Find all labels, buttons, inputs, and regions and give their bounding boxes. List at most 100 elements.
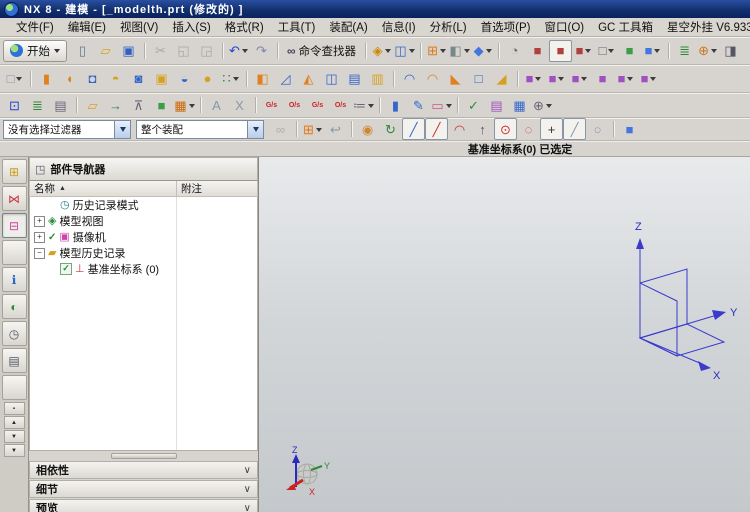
- tree-checkmark[interactable]: ✓: [48, 232, 56, 243]
- boss-icon[interactable]: ◓: [104, 68, 127, 90]
- replace-face-icon[interactable]: ■: [591, 68, 614, 90]
- pin-icon[interactable]: ▪: [3, 402, 25, 415]
- find-component-icon[interactable]: ∞: [269, 118, 292, 140]
- rotate-snap-icon[interactable]: ↻: [379, 118, 402, 140]
- intersect-icon[interactable]: ◭: [297, 68, 320, 90]
- part-navigator-header[interactable]: ◳ 部件导航器: [29, 157, 258, 181]
- sphere-icon[interactable]: ●: [196, 68, 219, 90]
- move-object-icon[interactable]: →: [104, 94, 127, 116]
- menu-item[interactable]: 信息(I): [375, 18, 423, 36]
- pocket-icon[interactable]: ◙: [127, 68, 150, 90]
- cut-icon[interactable]: ✂: [149, 40, 172, 62]
- midpoint-snap-icon[interactable]: ╱: [563, 118, 586, 140]
- eraser-icon[interactable]: ▭: [430, 94, 453, 116]
- undo-icon[interactable]: ↶: [227, 40, 250, 62]
- reuse-library-icon[interactable]: [1, 240, 27, 265]
- blank-view-icon[interactable]: □: [595, 40, 618, 62]
- clock-icon[interactable]: ◔: [503, 40, 526, 62]
- menu-item[interactable]: GC 工具箱: [591, 18, 660, 36]
- revolve-icon[interactable]: ◖: [58, 68, 81, 90]
- part-navigator-icon[interactable]: ⊟: [1, 213, 27, 238]
- selection-filter-dropdown[interactable]: 没有选择过滤器: [3, 119, 131, 139]
- face-blend-icon[interactable]: ◠: [421, 68, 444, 90]
- check-mate-icon[interactable]: ✓: [462, 94, 485, 116]
- fit-view-icon[interactable]: ⊡: [3, 94, 26, 116]
- snap-ball-icon[interactable]: ◉: [356, 118, 379, 140]
- part-info-icon[interactable]: ◫: [393, 40, 416, 62]
- new-file-icon[interactable]: ▯: [71, 40, 94, 62]
- column-header-name[interactable]: 名称 ▲: [29, 181, 177, 197]
- menu-item[interactable]: 分析(L): [423, 18, 474, 36]
- curve-snap-icon[interactable]: ◠: [448, 118, 471, 140]
- shaded-view-icon[interactable]: ■: [526, 40, 549, 62]
- materials-icon[interactable]: [1, 375, 27, 400]
- face-analysis-icon[interactable]: ■: [618, 40, 641, 62]
- menu-item[interactable]: 视图(V): [113, 18, 165, 36]
- scroll-up-icon[interactable]: ▲: [3, 416, 25, 429]
- center-snap-icon[interactable]: ⊙: [494, 118, 517, 140]
- menu-item[interactable]: 星空外挂 V6.933F: [660, 18, 750, 36]
- xz-plane[interactable]: [639, 282, 678, 357]
- tree-row[interactable]: ✓ ⊥ 基准坐标系 (0): [30, 261, 257, 277]
- constraint-navigator-icon[interactable]: ⋈: [1, 186, 27, 211]
- draft-icon[interactable]: ◢: [490, 68, 513, 90]
- datum-csys[interactable]: Z Y X: [599, 215, 750, 390]
- command-finder-button[interactable]: ∞ 命令查找器: [282, 43, 361, 59]
- history-icon[interactable]: ◐: [1, 294, 27, 319]
- dropdown-arrow-icon[interactable]: [114, 120, 130, 138]
- save-icon[interactable]: ▣: [117, 40, 140, 62]
- dropdown-arrow-icon[interactable]: [247, 120, 263, 138]
- solid-body-icon[interactable]: ■: [618, 118, 641, 140]
- selection-scope-dropdown[interactable]: 整个装配: [136, 119, 264, 139]
- resize-face-icon[interactable]: ■: [614, 68, 637, 90]
- open-file-icon[interactable]: ▱: [94, 40, 117, 62]
- xy-plane[interactable]: [638, 323, 726, 357]
- wireframe-view-icon[interactable]: ■: [572, 40, 595, 62]
- point-snap-icon[interactable]: +: [540, 118, 563, 140]
- chevron-down-icon[interactable]: ∨: [244, 503, 251, 512]
- redo-icon[interactable]: ↷: [250, 40, 273, 62]
- wcs-os-icon[interactable]: O/s: [283, 94, 306, 116]
- shell-icon[interactable]: □: [467, 68, 490, 90]
- layer-stack-icon[interactable]: ≣: [26, 94, 49, 116]
- panel-splitter-handle[interactable]: [29, 450, 258, 460]
- assembly-tools-icon[interactable]: ⊼: [127, 94, 150, 116]
- pattern-feature-icon[interactable]: ∷: [219, 68, 242, 90]
- tree-checkmark[interactable]: ✓: [60, 263, 72, 275]
- reflect-cube-icon[interactable]: ■: [150, 94, 173, 116]
- general-select-icon[interactable]: ⊞: [301, 118, 324, 140]
- dock-icon[interactable]: ▼: [3, 444, 25, 457]
- show-hide-icon[interactable]: ▦: [173, 94, 196, 116]
- shaded-edges-view-icon[interactable]: ■: [549, 39, 573, 62]
- edit-object-display-icon[interactable]: ≔: [352, 94, 375, 116]
- annotation-a-icon[interactable]: A: [205, 94, 228, 116]
- studio-render-icon[interactable]: ■: [641, 40, 664, 62]
- clip-view-icon[interactable]: ◨: [719, 40, 742, 62]
- web-browser-icon[interactable]: ℹ: [1, 267, 27, 292]
- start-button[interactable]: 开始: [3, 39, 67, 62]
- tree-expander[interactable]: +: [34, 215, 45, 227]
- layer-settings-icon[interactable]: ▤: [49, 94, 72, 116]
- wcs-gs-icon[interactable]: G/s: [260, 94, 283, 116]
- view-cube-icon[interactable]: ◆: [471, 40, 494, 62]
- title-bar[interactable]: NX 8 - 建模 - [_modelth.prt (修改的) ]: [0, 0, 750, 18]
- paste-icon[interactable]: ◲: [195, 40, 218, 62]
- yz-plane[interactable]: [639, 268, 688, 339]
- y-axis[interactable]: [639, 314, 718, 339]
- pull-face-icon[interactable]: ■: [545, 68, 568, 90]
- tree-row[interactable]: ◷ 历史记录模式: [30, 197, 257, 213]
- wcs-os2-icon[interactable]: O/s: [329, 94, 352, 116]
- unite-icon[interactable]: ◧: [251, 68, 274, 90]
- cylinder-icon[interactable]: ▮: [384, 94, 407, 116]
- pad-icon[interactable]: ▣: [150, 68, 173, 90]
- tree-row[interactable]: + ◈ 模型视图: [30, 213, 257, 229]
- scroll-down-icon[interactable]: ▼: [3, 430, 25, 443]
- section-header[interactable]: 相依性 ∨: [29, 461, 258, 479]
- system-scenes-icon[interactable]: ◷: [1, 321, 27, 346]
- orient-csys-icon[interactable]: ⊕: [696, 40, 719, 62]
- thicken-icon[interactable]: ▥: [366, 68, 389, 90]
- menu-item[interactable]: 插入(S): [165, 18, 217, 36]
- move-face-icon[interactable]: ■: [522, 68, 545, 90]
- csys-report-icon[interactable]: ⊕: [531, 94, 554, 116]
- menu-item[interactable]: 首选项(P): [474, 18, 538, 36]
